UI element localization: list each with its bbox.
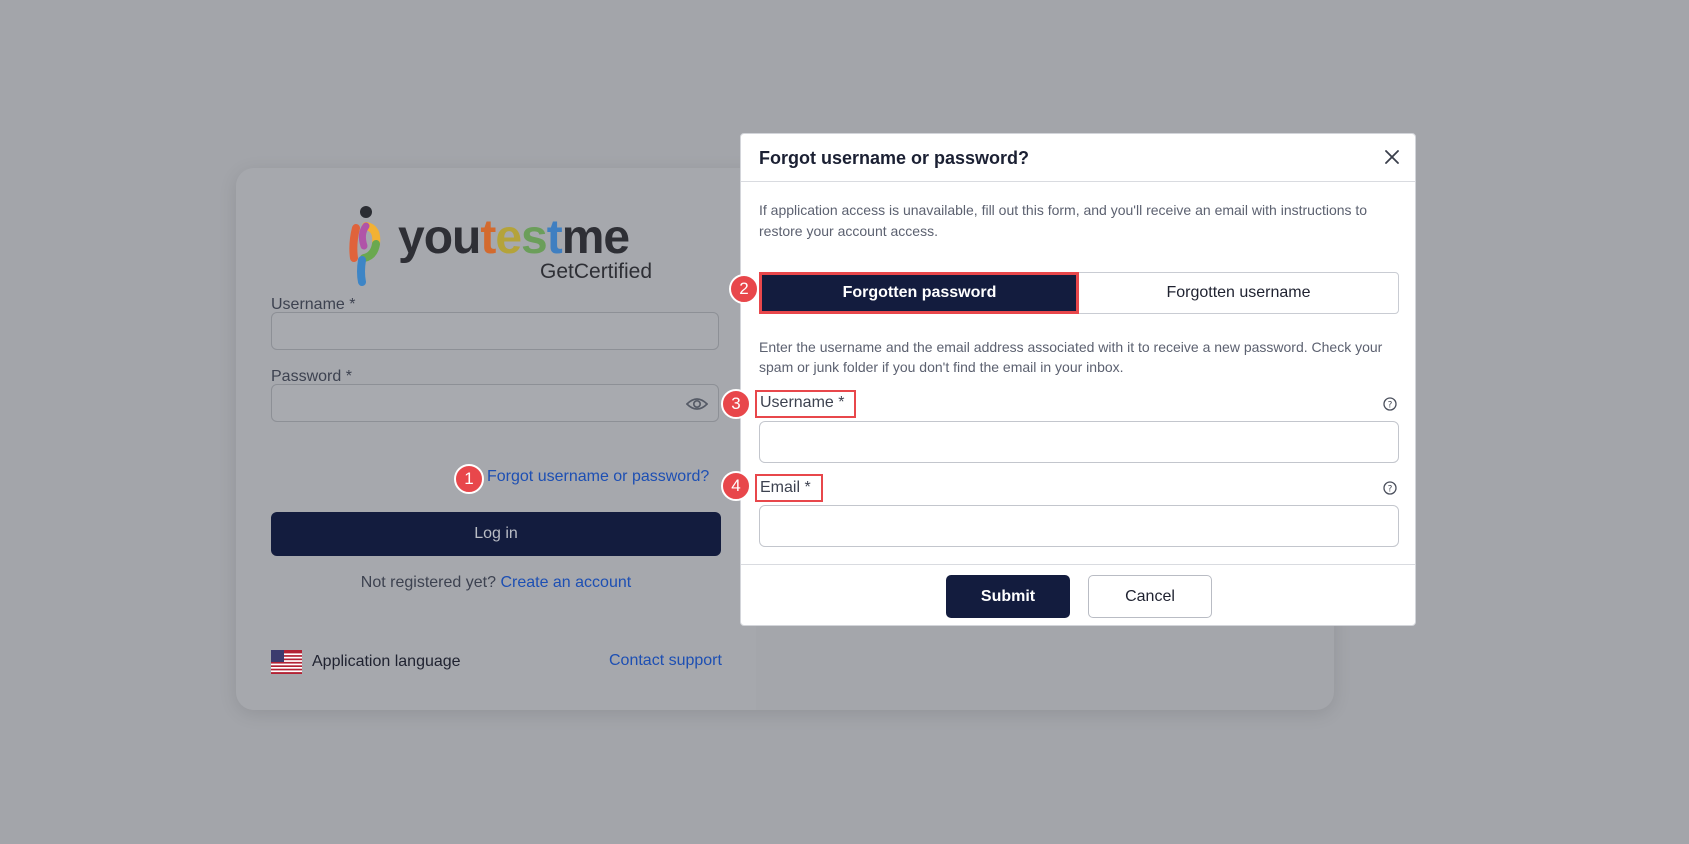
dialog-title: Forgot username or password? (759, 148, 1030, 168)
highlight-forgotten-password-tab (759, 272, 1079, 314)
not-registered-text: Not registered yet? (360, 574, 496, 591)
language-selector[interactable]: Application language (271, 650, 461, 674)
logo-figure-icon (349, 206, 381, 286)
forgot-credentials-link[interactable]: Forgot username or password? (487, 468, 709, 486)
contact-support-link[interactable]: Contact support (609, 652, 722, 670)
email-help-icon[interactable]: ? (1383, 481, 1397, 495)
svg-text:?: ? (1388, 485, 1393, 495)
svg-text:?: ? (1388, 401, 1393, 411)
step-marker-1: 1 (454, 464, 484, 494)
tab-forgotten-username[interactable]: Forgotten username (1079, 273, 1398, 313)
us-flag-icon (271, 650, 302, 674)
step-marker-3: 3 (721, 389, 751, 419)
login-button[interactable]: Log in (271, 512, 721, 556)
create-account-link[interactable]: Create an account (500, 574, 631, 591)
step-marker-2: 2 (729, 274, 759, 304)
login-panel: youtestme GetCertified Username * Passwo… (236, 168, 756, 710)
dialog-header: Forgot username or password? (741, 134, 1415, 182)
submit-button[interactable]: Submit (946, 575, 1070, 618)
forgot-credentials-dialog: Forgot username or password? If applicat… (740, 133, 1416, 626)
username-help-icon[interactable]: ? (1383, 397, 1397, 411)
modal-email-input[interactable] (759, 505, 1399, 547)
logo-wordmark: youtestme (398, 211, 630, 264)
eye-icon[interactable] (686, 395, 708, 413)
youtestme-logo: youtestme GetCertified (342, 204, 652, 286)
password-recovery-note: Enter the username and the email address… (759, 339, 1383, 375)
step-marker-4: 4 (721, 471, 751, 501)
username-input[interactable] (271, 312, 719, 350)
close-icon[interactable] (1383, 148, 1401, 166)
password-input[interactable] (271, 384, 719, 422)
cancel-button[interactable]: Cancel (1088, 575, 1212, 618)
register-row: Not registered yet? Create an account (271, 574, 721, 592)
language-label: Application language (312, 653, 461, 670)
modal-username-input[interactable] (759, 421, 1399, 463)
dialog-intro-text: If application access is unavailable, fi… (759, 202, 1368, 239)
logo-subtitle: GetCertified (540, 260, 653, 283)
dialog-footer: Submit Cancel (741, 564, 1415, 625)
highlight-email-label (755, 474, 823, 502)
highlight-username-label (755, 390, 856, 418)
